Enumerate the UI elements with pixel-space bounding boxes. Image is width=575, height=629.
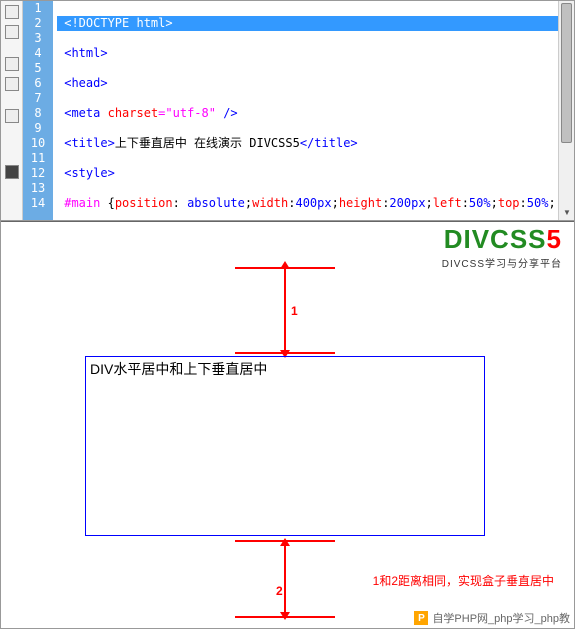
annotation-text: 1和2距离相同，实现盒子垂直居中	[373, 572, 554, 589]
scroll-down-icon[interactable]: ▼	[562, 208, 572, 218]
line-num: 11	[23, 151, 53, 166]
line-num: 14	[23, 196, 53, 211]
logo-subtitle: DIVCSS学习与分享平台	[442, 255, 562, 270]
line-num: 4	[23, 46, 53, 61]
line-num: 5	[23, 61, 53, 76]
logo: DIVCSS5 DIVCSS学习与分享平台	[442, 224, 562, 270]
measure-line	[235, 616, 335, 618]
box-text: DIV水平居中和上下垂直居中	[86, 357, 484, 381]
line-num: 7	[23, 91, 53, 106]
label-1: 1	[291, 304, 298, 318]
scroll-thumb[interactable]	[561, 3, 572, 143]
label-2: 2	[276, 584, 283, 598]
tool-icon[interactable]	[5, 57, 19, 71]
preview-pane: DIVCSS5 DIVCSS学习与分享平台 1 DIV水平居中和上下垂直居中 2…	[1, 221, 574, 628]
code-area[interactable]: <!DOCTYPE html> <html> <head> <meta char…	[53, 1, 558, 220]
measure-line	[235, 352, 335, 354]
tool-icon[interactable]	[5, 5, 19, 19]
editor-toolbar	[1, 1, 23, 220]
line-num: 2	[23, 16, 53, 31]
tool-icon[interactable]	[5, 165, 19, 179]
line-num: 13	[23, 181, 53, 196]
tool-icon[interactable]	[5, 77, 19, 91]
app-window: 1 2 3 4 5 6 7 8 9 10 11 12 13 14 <!DOCTY…	[0, 0, 575, 629]
line-num: 8	[23, 106, 53, 121]
footer: P 自学PHP网_php学习_php教	[414, 610, 570, 626]
line-num: 12	[23, 166, 53, 181]
tool-icon[interactable]	[5, 25, 19, 39]
arrow-1	[284, 267, 286, 352]
line-num: 1	[23, 1, 53, 16]
line-gutter: 1 2 3 4 5 6 7 8 9 10 11 12 13 14	[23, 1, 53, 220]
centered-box: DIV水平居中和上下垂直居中	[85, 356, 485, 536]
logo-text: DIVCSS5	[442, 224, 562, 255]
line-num: 10	[23, 136, 53, 151]
php-icon: P	[414, 611, 428, 625]
line-num: 6	[23, 76, 53, 91]
line-num: 3	[23, 31, 53, 46]
line-num: 9	[23, 121, 53, 136]
footer-text: 自学PHP网_php学习_php教	[432, 610, 570, 626]
tool-icon[interactable]	[5, 109, 19, 123]
scrollbar-vertical[interactable]: ▲ ▼	[558, 1, 574, 220]
arrow-2	[284, 544, 286, 614]
code-editor: 1 2 3 4 5 6 7 8 9 10 11 12 13 14 <!DOCTY…	[1, 1, 574, 221]
